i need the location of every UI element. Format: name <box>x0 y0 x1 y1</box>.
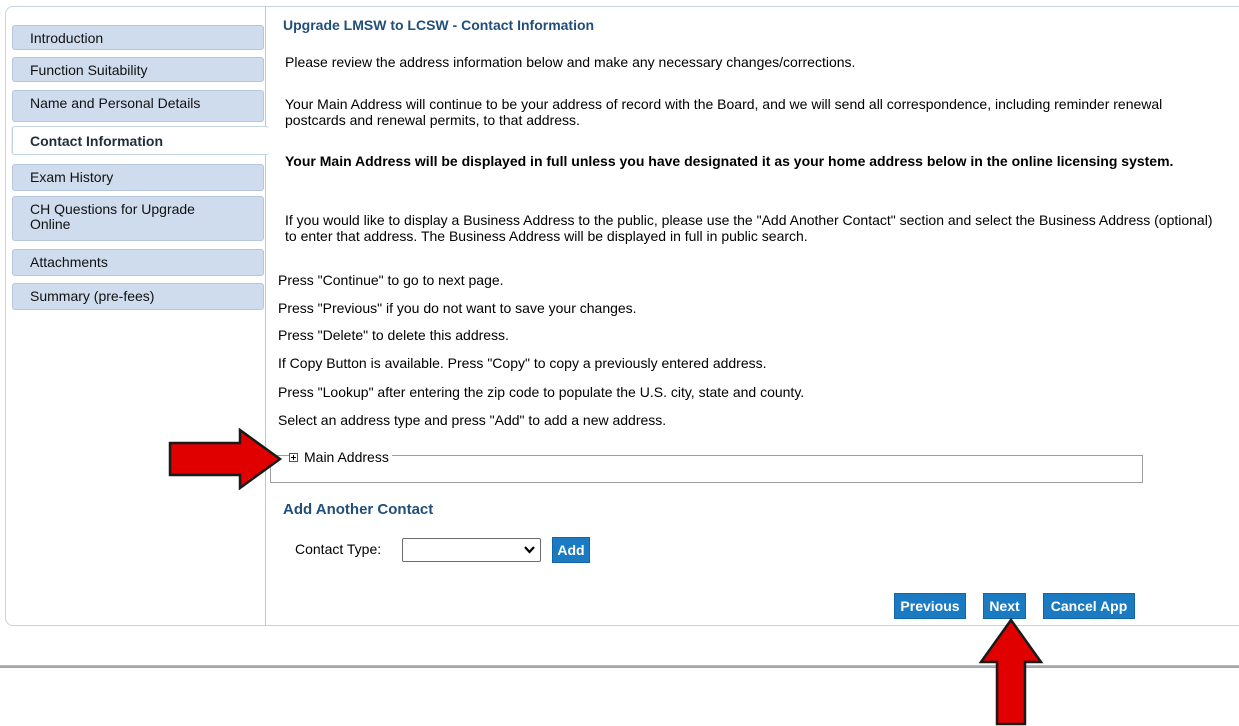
sidebar-item-attachments[interactable]: Attachments <box>12 249 264 276</box>
add-contact-title: Add Another Contact <box>283 501 434 518</box>
sidebar-item-contact-information[interactable]: Contact Information <box>12 126 269 155</box>
contact-type-label: Contact Type: <box>295 541 382 557</box>
page-title: Upgrade LMSW to LCSW - Contact Informati… <box>283 17 595 33</box>
instruction-copy: If Copy Button is available. Press "Copy… <box>278 355 767 371</box>
business-address-note: If you would like to display a Business … <box>285 212 1213 244</box>
main-address-legend[interactable]: Main Address <box>289 449 392 465</box>
instruction-delete: Press "Delete" to delete this address. <box>278 327 509 343</box>
sidebar-item-exam-history[interactable]: Exam History <box>12 164 264 191</box>
main-address-note: Your Main Address will continue to be yo… <box>285 96 1163 128</box>
chevron-down-icon <box>524 546 535 554</box>
sidebar-item-introduction[interactable]: Introduction <box>12 25 264 50</box>
sidebar-item-name-personal-details[interactable]: Name and Personal Details <box>12 90 264 122</box>
cancel-app-button[interactable]: Cancel App <box>1043 593 1135 619</box>
display-note: Your Main Address will be displayed in f… <box>285 153 1174 169</box>
main-address-fieldset <box>270 455 1143 483</box>
add-button[interactable]: Add <box>552 537 590 563</box>
instruction-lookup: Press "Lookup" after entering the zip co… <box>278 384 805 400</box>
intro-text: Please review the address information be… <box>285 54 856 70</box>
red-arrow-up-icon <box>978 618 1044 726</box>
expand-plus-icon[interactable] <box>289 452 298 462</box>
next-button[interactable]: Next <box>983 593 1026 619</box>
main-address-label: Main Address <box>304 449 389 465</box>
contact-type-select[interactable] <box>402 538 541 562</box>
previous-button[interactable]: Previous <box>894 593 966 619</box>
footer-divider <box>0 665 1239 668</box>
sidebar-item-summary[interactable]: Summary (pre-fees) <box>12 283 264 310</box>
instruction-add: Select an address type and press "Add" t… <box>278 412 667 428</box>
instruction-previous: Press "Previous" if you do not want to s… <box>278 300 637 316</box>
red-arrow-right-icon <box>168 428 283 490</box>
sidebar-item-ch-questions[interactable]: CH Questions for Upgrade Online <box>12 196 264 241</box>
instruction-continue: Press "Continue" to go to next page. <box>278 272 504 288</box>
sidebar-item-function-suitability[interactable]: Function Suitability <box>12 57 264 82</box>
